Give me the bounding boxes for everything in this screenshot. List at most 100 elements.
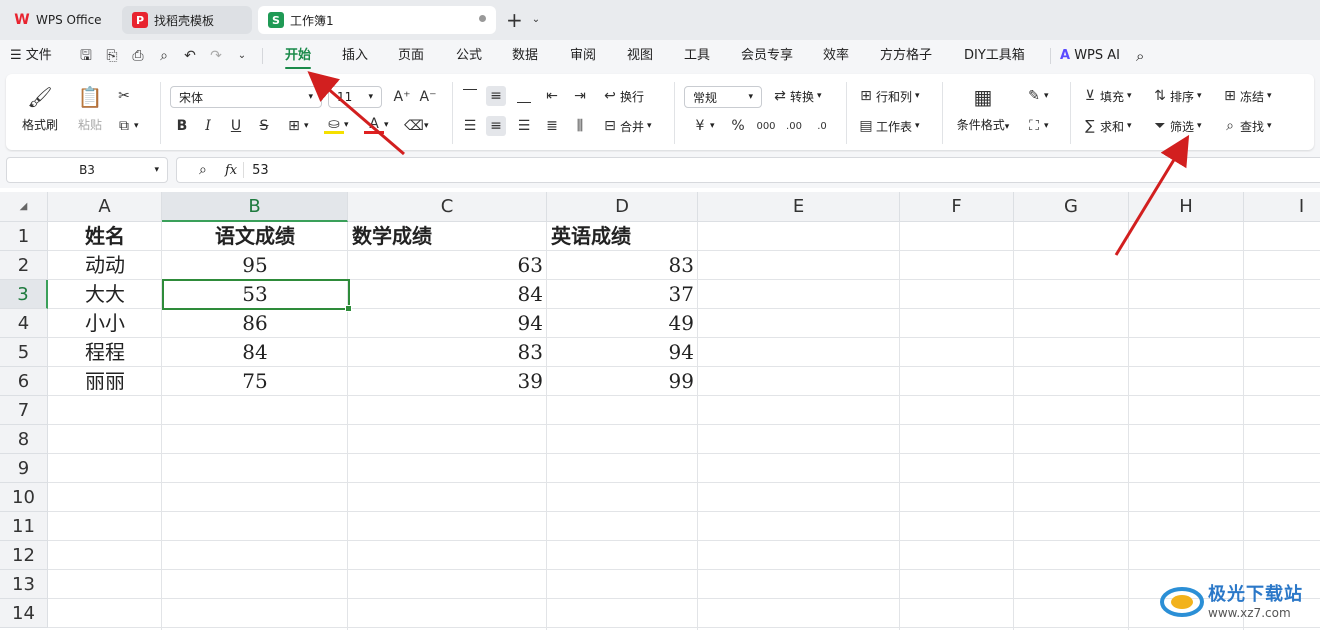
save-icon[interactable]: 🖫 (78, 48, 94, 64)
strikethrough-button[interactable]: S (254, 116, 274, 136)
distribute-button[interactable]: ⫼ (570, 116, 590, 136)
row-header-4[interactable]: 4 (0, 309, 48, 338)
border-button[interactable]: ⊞ ▾ (284, 116, 308, 136)
print-preview-icon[interactable]: ⌕ (156, 48, 172, 64)
column-header-g[interactable]: G (1014, 192, 1129, 222)
freeze-button[interactable]: ⊞ 冻结 ▾ (1220, 86, 1271, 106)
cut-button[interactable]: ✂ (114, 86, 134, 106)
data-cell[interactable]: 84 (162, 338, 348, 367)
thousands-button[interactable]: 000 (756, 116, 776, 136)
decrease-font-button[interactable]: A⁻ (418, 87, 438, 107)
format-painter-button[interactable]: 🖌 格式刷 (18, 84, 62, 133)
tab-wps-office[interactable]: W WPS Office (4, 6, 116, 34)
column-header-e[interactable]: E (698, 192, 900, 222)
data-cell[interactable]: 动动 (48, 251, 162, 280)
align-center-button[interactable]: ≡ (486, 116, 506, 136)
font-name-select[interactable]: 宋体 ▾ (170, 86, 322, 108)
menu-item-efficiency[interactable]: 效率 (823, 40, 849, 72)
font-color-button[interactable]: A ▾ (364, 116, 389, 134)
column-header-b[interactable]: B (162, 192, 348, 222)
align-left-button[interactable]: ☰ (460, 116, 480, 136)
data-cell[interactable]: 小小 (48, 309, 162, 338)
fx-icon[interactable]: fx (225, 163, 237, 178)
increase-indent-button[interactable]: ⇥ (570, 86, 590, 106)
row-header-7[interactable]: 7 (0, 396, 48, 425)
data-cell[interactable]: 99 (547, 367, 698, 396)
sort-button[interactable]: ⇅ 排序 ▾ (1150, 86, 1201, 106)
header-cell[interactable]: 姓名 (48, 222, 162, 251)
number-format-select[interactable]: 常规 ▾ (684, 86, 762, 108)
unsaved-dot-icon[interactable] (479, 15, 486, 22)
align-middle-button[interactable]: ≡ (486, 86, 506, 106)
percent-button[interactable]: % (728, 116, 748, 136)
data-cell[interactable]: 大大 (48, 280, 162, 309)
export-pdf-icon[interactable]: ⎘ (104, 48, 120, 64)
search-icon[interactable]: ⌕ (1136, 40, 1144, 72)
merge-button[interactable]: ⊟ 合并 ▾ (600, 116, 651, 136)
decrease-indent-button[interactable]: ⇤ (542, 86, 562, 106)
active-cell-selection[interactable] (162, 279, 352, 312)
align-right-button[interactable]: ☰ (514, 116, 534, 136)
row-header-6[interactable]: 6 (0, 367, 48, 396)
row-header-3[interactable]: 3 (0, 280, 48, 309)
zoom-icon[interactable]: ⌕ (199, 162, 215, 178)
header-cell[interactable]: 语文成绩 (162, 222, 348, 251)
header-cell[interactable]: 数学成绩 (348, 222, 547, 251)
fill-color-button[interactable]: ⛀ ▾ (324, 116, 349, 134)
menu-item-data[interactable]: 数据 (512, 40, 538, 72)
wrap-text-button[interactable]: ↩ 换行 (600, 86, 644, 106)
data-cell[interactable]: 86 (162, 309, 348, 338)
justify-button[interactable]: ≣ (542, 116, 562, 136)
data-cell[interactable]: 75 (162, 367, 348, 396)
row-header-2[interactable]: 2 (0, 251, 48, 280)
align-top-button[interactable]: ⎺ (460, 86, 480, 106)
menu-item-insert[interactable]: 插入 (342, 40, 368, 72)
clear-format-button[interactable]: ⌫ ▾ (404, 116, 428, 136)
find-button[interactable]: ⌕ 查找 ▾ (1220, 116, 1271, 136)
decrease-decimal-button[interactable]: .0 (812, 116, 832, 136)
quick-access-more-icon[interactable]: ⌄ (234, 48, 250, 64)
menu-item-member[interactable]: 会员专享 (741, 40, 793, 72)
conditional-format-button[interactable]: ▦ 条件格式▾ (952, 84, 1014, 133)
currency-button[interactable]: ¥ ▾ (690, 116, 715, 136)
underline-button[interactable]: U (226, 116, 246, 136)
row-header-10[interactable]: 10 (0, 483, 48, 512)
data-cell[interactable]: 39 (348, 367, 547, 396)
column-header-c[interactable]: C (348, 192, 547, 222)
data-cell[interactable]: 49 (547, 309, 698, 338)
filter-button[interactable]: ⏷ 筛选 ▾ (1150, 116, 1201, 136)
column-header-i[interactable]: I (1244, 192, 1320, 222)
menu-item-review[interactable]: 审阅 (570, 40, 596, 72)
data-cell[interactable]: 84 (348, 280, 547, 309)
sum-button[interactable]: ∑ 求和 ▾ (1080, 116, 1131, 136)
name-box[interactable]: B3 ▾ (6, 157, 168, 183)
data-cell[interactable]: 63 (348, 251, 547, 280)
undo-icon[interactable]: ↶ (182, 48, 198, 64)
data-cell[interactable]: 83 (348, 338, 547, 367)
row-col-button[interactable]: ⊞ 行和列 ▾ (856, 86, 919, 106)
cell-style-button[interactable]: ✎ ▾ (1024, 86, 1048, 106)
bold-button[interactable]: B (172, 116, 192, 136)
row-header-11[interactable]: 11 (0, 512, 48, 541)
data-cell[interactable]: 程程 (48, 338, 162, 367)
column-header-h[interactable]: H (1129, 192, 1244, 222)
formula-input[interactable]: ⌕ fx 53 (176, 157, 1320, 183)
spreadsheet-grid[interactable]: ◢ A B C D E F G H I 1 2 3 4 5 6 7 8 9 10 11 12 13 14 姓名 语文成绩 数学成绩… (0, 192, 1320, 630)
menu-item-tools[interactable]: 工具 (684, 40, 710, 72)
copy-button[interactable]: ⧉ ▾ (114, 116, 139, 136)
data-cell[interactable]: 丽丽 (48, 367, 162, 396)
menu-item-page[interactable]: 页面 (398, 40, 424, 72)
tab-template[interactable]: P 找稻壳模板 (122, 6, 252, 34)
font-size-select[interactable]: 11 ▾ (328, 86, 382, 108)
worksheet-button[interactable]: ▤ 工作表 ▾ (856, 116, 919, 136)
data-cell[interactable]: 95 (162, 251, 348, 280)
wps-ai-button[interactable]: A WPS AI (1060, 40, 1120, 72)
align-bottom-button[interactable]: ⎽ (514, 86, 534, 106)
italic-button[interactable]: I (198, 116, 218, 136)
data-cell[interactable]: 83 (547, 251, 698, 280)
menu-item-fangfang[interactable]: 方方格子 (880, 40, 932, 72)
table-style-button[interactable]: ⛶ ▾ (1024, 116, 1048, 136)
redo-icon[interactable]: ↷ (208, 48, 224, 64)
data-cell[interactable]: 94 (348, 309, 547, 338)
tab-workbook[interactable]: S 工作簿1 (258, 6, 496, 34)
